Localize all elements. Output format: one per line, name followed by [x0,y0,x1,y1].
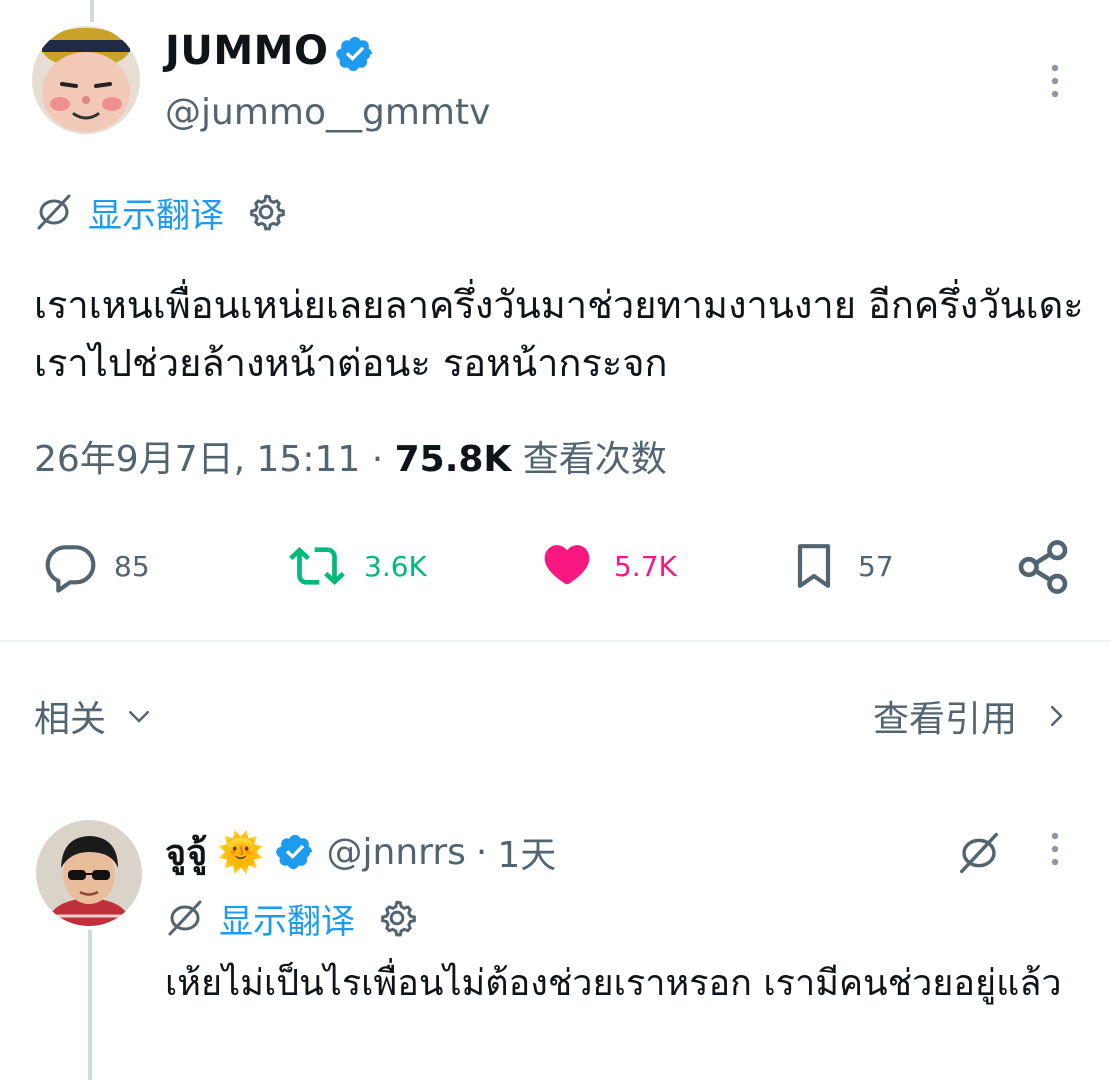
view-quotes-link[interactable]: 查看引用 [873,690,1071,742]
reply-count: 85 [114,549,150,583]
reply-button[interactable]: 85 [40,538,150,594]
translate-slash-icon [168,900,202,936]
views-count: 75.8K [394,439,512,480]
avatar-mascot-image [32,26,140,134]
repost-icon [289,547,345,585]
thread-connector-bottom [88,930,92,1080]
like-button[interactable]: 5.7K [534,536,677,596]
reply-author-handle[interactable]: @jnnrrs [327,832,466,873]
tweet-meta: 26年9月7日, 15:11 · 75.8K 查看次数 [34,430,667,482]
translate-slash-icon[interactable] [956,830,1002,876]
verified-badge-icon [275,834,312,870]
author-name[interactable]: JUMMO [165,28,328,74]
reply-show-translation-link[interactable]: 显示翻译 [219,894,355,943]
tweet-body: เราเหนเพื่อนเหน่ยเลยลาครึ่งวันมาช่วยทามง… [34,283,1084,385]
gear-icon[interactable] [246,192,286,232]
avatar-photo-image [36,820,142,926]
reply-more-options-icon[interactable] [1040,830,1070,870]
bookmark-count: 57 [858,549,894,583]
repost-count: 3.6K [364,549,427,583]
show-translation-row[interactable]: 显示翻译 [34,188,286,236]
repost-button[interactable]: 3.6K [284,538,427,594]
reply-header: จูจู้ 🌞 @jnnrrs · 1天 [165,826,556,878]
section-divider [0,640,1111,642]
reply-icon [45,545,96,593]
view-quotes-label: 查看引用 [872,699,1017,740]
like-count: 5.7K [614,549,677,583]
share-button[interactable] [1012,536,1088,598]
meta-separator: · [360,439,395,480]
tweet-timestamp[interactable]: 26年9月7日, 15:11 [34,439,360,480]
gear-icon[interactable] [377,898,417,938]
action-bar: 85 3.6K 5.7K 57 [0,530,1111,600]
share-icon [1018,540,1068,594]
sun-emoji-icon: 🌞 [217,829,265,874]
reply-author-avatar[interactable] [36,820,142,926]
reply-time[interactable]: 1天 [497,826,556,878]
related-sort-toggle[interactable]: 相关 [34,690,154,742]
related-label: 相关 [34,699,107,740]
bookmark-button[interactable]: 57 [784,538,894,594]
reply-author-name[interactable]: จูจู้ [165,824,207,881]
chevron-down-icon [129,711,150,723]
bookmark-icon [797,544,831,588]
translate-slash-icon [37,194,71,230]
author-avatar[interactable] [32,26,140,134]
reply-dot: · [475,831,488,873]
verified-badge-icon [335,34,375,74]
chevron-right-icon [1051,706,1063,726]
author-handle[interactable]: @jummo__gmmtv [165,92,490,133]
reply-body: เห้ยไม่เป็นไรเพื่อนไม่ต้องช่วยเราหรอก เร… [165,963,1062,1004]
show-translation-link[interactable]: 显示翻译 [88,188,224,237]
views-label: 查看次数 [522,439,667,480]
thread-connector-top [90,0,94,22]
heart-icon [544,545,590,585]
more-options-icon[interactable] [1040,62,1070,102]
reply-show-translation-row[interactable]: 显示翻译 [165,894,417,942]
